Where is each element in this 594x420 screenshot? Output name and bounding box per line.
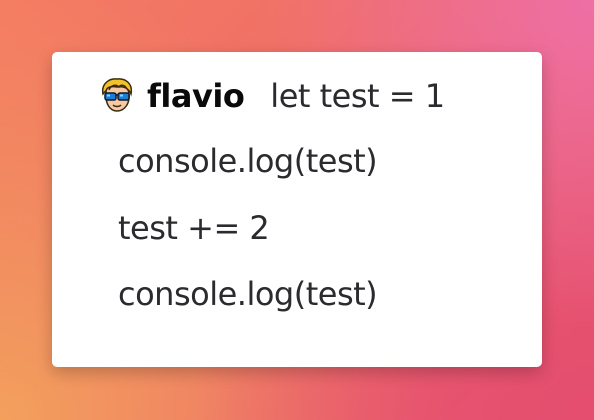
message-line-3: test += 2: [118, 209, 270, 247]
message-author[interactable]: flavio: [147, 77, 245, 115]
message-header: flavio let test = 1: [97, 72, 445, 120]
message-card: flavio let test = 1 console.log(test) te…: [52, 52, 542, 367]
sunglasses-avatar-icon[interactable]: [97, 76, 137, 116]
message-line-2: console.log(test): [118, 142, 378, 180]
message-line-4: console.log(test): [118, 275, 378, 313]
message-line-1: let test = 1: [270, 77, 445, 115]
